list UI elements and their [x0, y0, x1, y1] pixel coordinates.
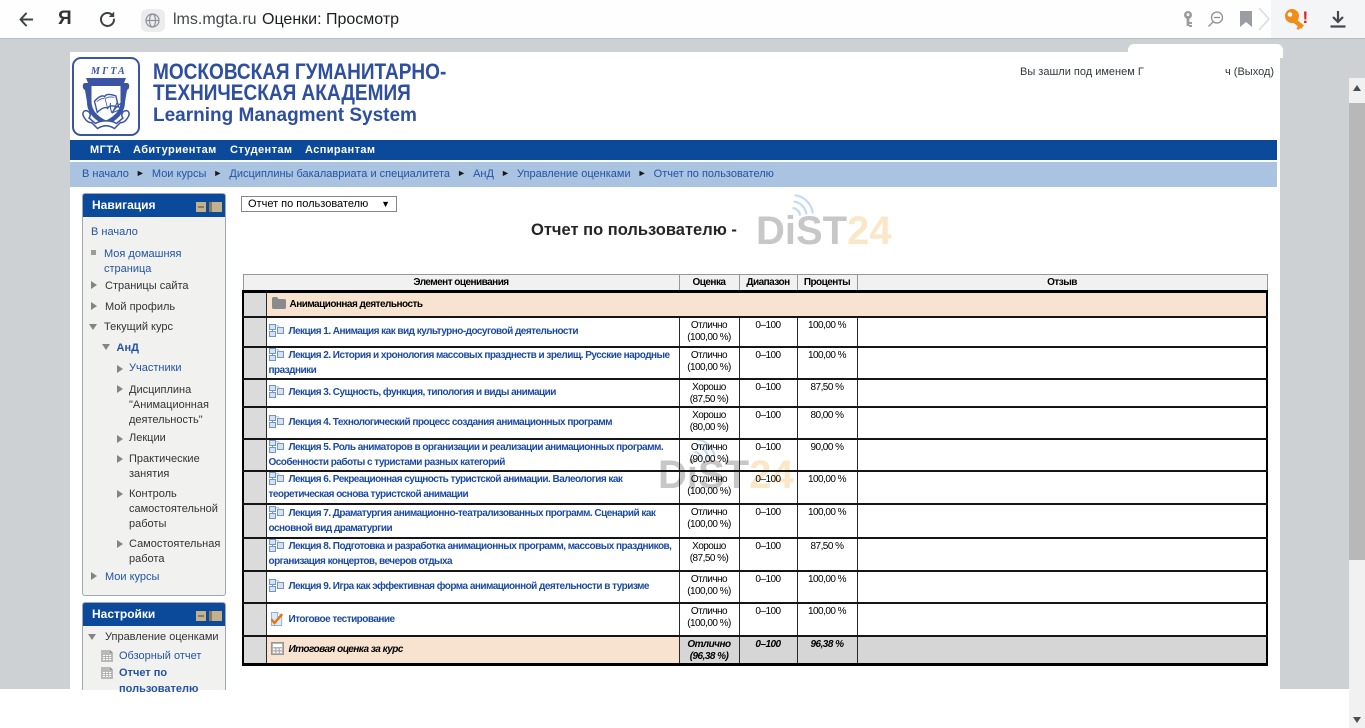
svg-text:МГТА: МГТА	[90, 66, 127, 77]
svg-text:!: !	[1303, 8, 1309, 27]
